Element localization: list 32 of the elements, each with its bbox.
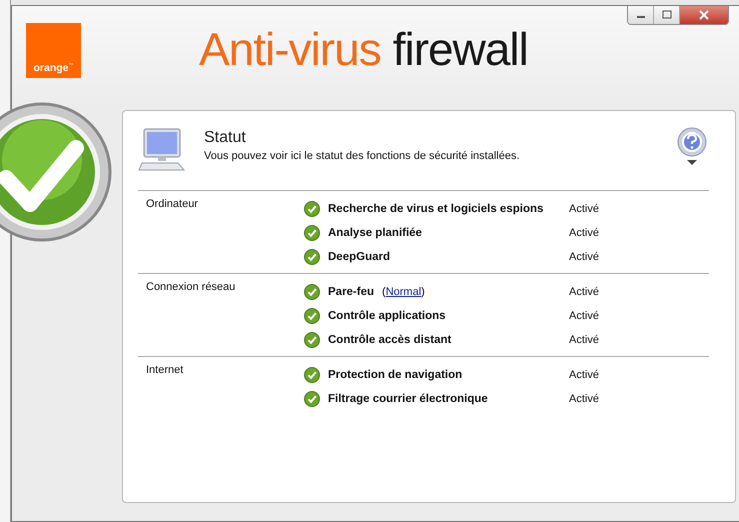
section-label: Internet <box>145 363 184 378</box>
maximize-button[interactable] <box>654 6 680 24</box>
panel-description: Vous pouvez voir ici le statut des fonctions de sécurité installées. <box>204 150 521 162</box>
section-label: Ordinateur <box>145 197 199 212</box>
minimize-button[interactable] <box>628 6 654 24</box>
computer-icon <box>138 128 188 172</box>
feature-status: Activé <box>569 286 600 298</box>
feature-status: Activé <box>569 334 600 346</box>
feature-name: Recherche de virus et logiciels espions <box>328 203 544 215</box>
app-title: Anti-virus firewall <box>199 22 528 76</box>
paren-text: ) <box>421 286 425 298</box>
brand-logo: orange$^{™}$ <box>26 22 81 78</box>
feature-name: Contrôle accès distant <box>328 334 452 346</box>
paren-text: ( <box>382 286 386 298</box>
feature-name: DeepGuard <box>328 251 390 263</box>
close-button[interactable] <box>680 6 728 24</box>
panel-title: Statut <box>204 129 247 147</box>
feature-name: Protection de navigation <box>328 369 462 381</box>
section-label: Connexion réseau <box>145 280 236 295</box>
feature-status: Activé <box>569 369 600 381</box>
feature-status: Activé <box>569 393 600 405</box>
feature-status: Activé <box>569 251 600 263</box>
mode-link[interactable]: Normal <box>386 286 422 298</box>
feature-status: Activé <box>569 310 600 322</box>
feature-name: Filtrage courrier électronique <box>328 393 488 405</box>
feature-name: Contrôle applications <box>328 310 446 322</box>
feature-status: Activé <box>569 203 600 215</box>
maximize-icon <box>660 10 672 20</box>
feature-name: Pare-feu <box>328 286 374 298</box>
feature-status: Activé <box>569 227 600 239</box>
feature-name: Analyse planifiée <box>328 227 422 239</box>
close-icon <box>698 10 710 20</box>
